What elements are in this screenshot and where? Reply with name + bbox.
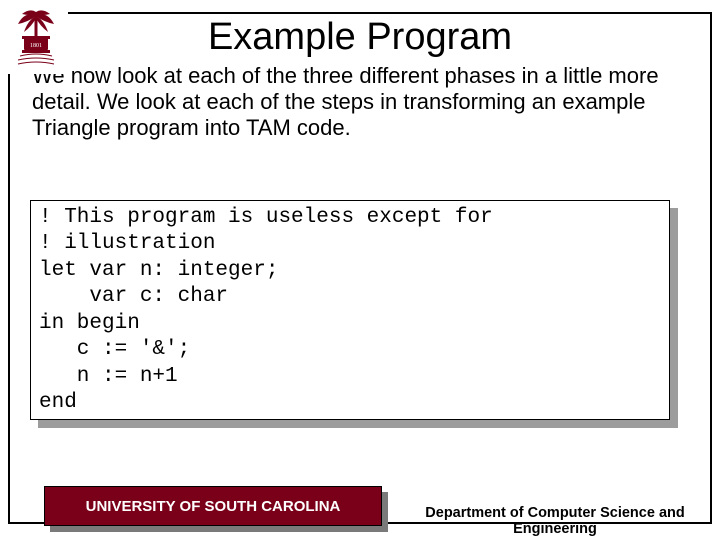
code-box: ! This program is useless except for ! i… [30,200,670,420]
footer-university: UNIVERSITY OF SOUTH CAROLINA [44,486,382,526]
palmetto-seal-icon: 1801 [8,6,64,70]
footer-department: Department of Computer Science and Engin… [402,505,708,538]
svg-text:1801: 1801 [30,43,42,49]
slide-title: Example Program [10,14,710,61]
university-logo: 1801 [4,4,68,74]
slide-frame: 1801 Example Program We now look at each… [8,12,712,524]
slide-paragraph: We now look at each of the three differe… [10,61,710,141]
